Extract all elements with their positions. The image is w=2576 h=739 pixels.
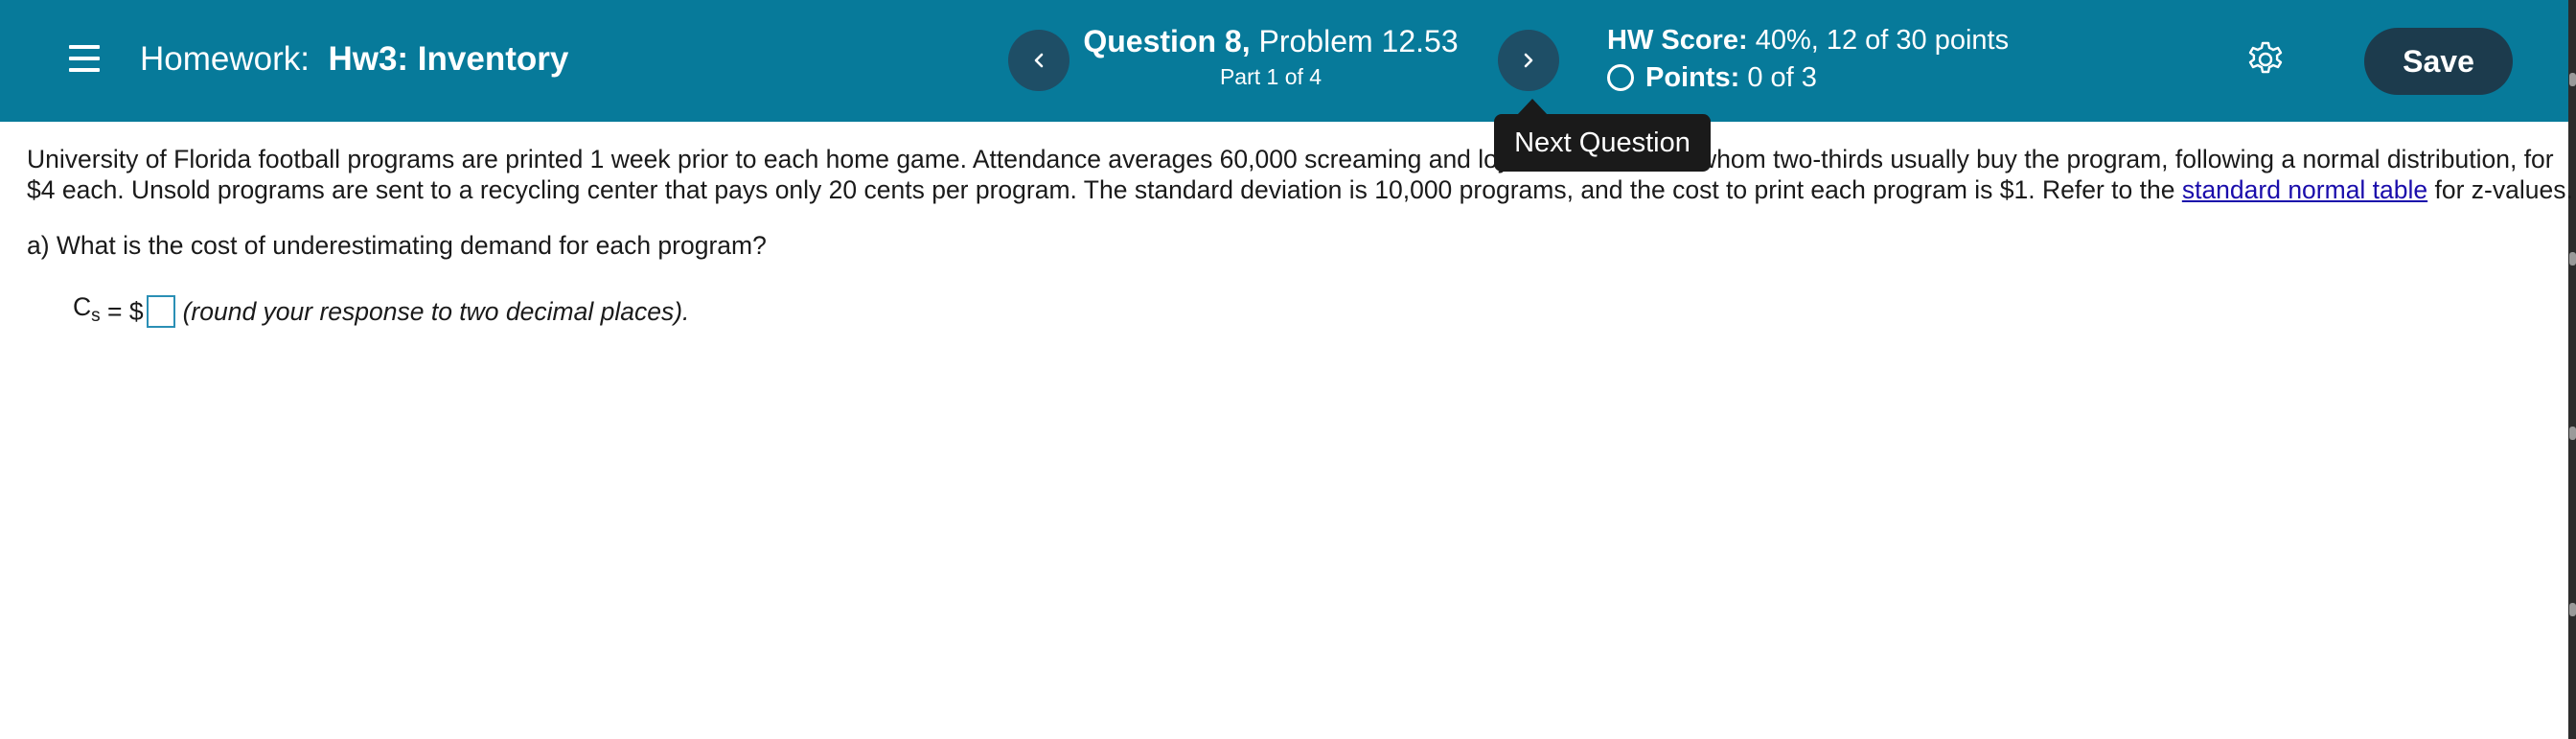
homework-name: Hw3: Inventory <box>328 40 569 78</box>
hw-score-label: HW Score: <box>1607 25 1748 56</box>
points-display: Points: 0 of 3 <box>1607 60 1817 95</box>
window-edge <box>2568 0 2576 739</box>
top-header-bar: Homework: Hw3: Inventory Question 8, Pro… <box>0 0 2568 122</box>
chevron-left-icon <box>1034 53 1044 68</box>
homework-label: Homework: <box>140 40 310 78</box>
variable-label: Cs <box>73 288 101 335</box>
question-title: Question 8, Problem 12.53 <box>1062 23 1480 59</box>
question-prompt: a) What is the cost of underestimating d… <box>27 231 767 260</box>
points-label: Points: <box>1645 62 1740 93</box>
hw-score-value: 40%, 12 of 30 points <box>1755 25 2010 56</box>
variable-subscript: s <box>91 306 101 326</box>
answer-input[interactable] <box>146 295 175 328</box>
question-number: Question 8, <box>1083 24 1251 58</box>
problem-text-line-2-end: for z-values. <box>2427 175 2573 204</box>
points-status-circle-icon <box>1607 64 1634 91</box>
answer-row: Cs = $ (round your response to two decim… <box>73 288 689 335</box>
equals-dollar: = $ <box>100 297 144 326</box>
problem-number: Problem 12.53 <box>1258 24 1459 58</box>
rounding-hint: (round your response to two decimal plac… <box>182 297 690 326</box>
chevron-right-icon <box>1524 53 1533 68</box>
gear-icon[interactable] <box>2246 40 2285 79</box>
standard-normal-table-link[interactable]: standard normal table <box>2182 175 2427 204</box>
variable-main: C <box>73 292 92 321</box>
homework-title: Homework: Hw3: Inventory <box>140 40 568 79</box>
save-button[interactable]: Save <box>2364 28 2513 95</box>
problem-text-line-2-start: $4 each. Unsold programs are sent to a r… <box>27 175 2182 204</box>
hamburger-menu-icon[interactable] <box>69 45 100 72</box>
problem-text-line-1: University of Florida football programs … <box>27 145 2554 173</box>
next-question-tooltip: Next Question <box>1494 114 1711 172</box>
hw-score: HW Score: 40%, 12 of 30 points <box>1607 23 2009 58</box>
points-value: 0 of 3 <box>1747 62 1817 93</box>
problem-statement: University of Florida football programs … <box>27 144 2573 205</box>
previous-question-button[interactable] <box>1008 30 1070 91</box>
problem-text-line-2: $4 each. Unsold programs are sent to a r… <box>27 174 2573 205</box>
tooltip-arrow <box>1517 99 1548 115</box>
next-question-button[interactable] <box>1498 30 1559 91</box>
question-part: Part 1 of 4 <box>1219 64 1322 89</box>
